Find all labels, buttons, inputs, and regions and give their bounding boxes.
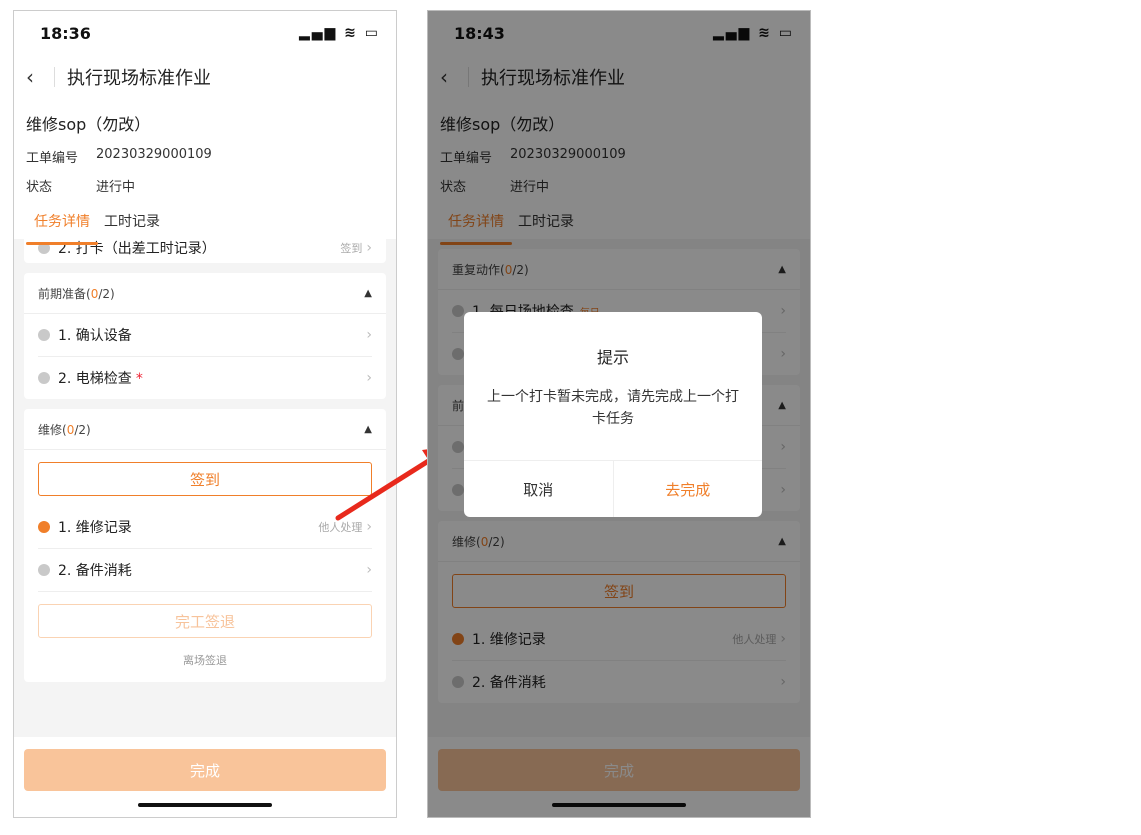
status-dot-icon (38, 329, 50, 341)
status-dot-icon (38, 564, 50, 576)
phone-screen-after: 18:43 ▂▄▆ ≋ ▭ ‹ 执行现场标准作业 维修sop（勿改） 工单编号 2… (427, 10, 811, 818)
tab-work-hours[interactable]: 工时记录 (104, 211, 160, 239)
list-item-label: 2. 电梯检查 (58, 371, 132, 387)
list-item-label: 1. 确认设备 (58, 328, 132, 344)
nav-bar: ‹ 执行现场标准作业 (14, 55, 396, 99)
status-row: 状态 进行中 (26, 176, 384, 195)
dialog-title: 提示 (596, 348, 629, 367)
status-bar: 18:36 ▂▄▆ ≋ ▭ (14, 11, 396, 55)
count-close: /2) (74, 422, 91, 437)
status-label: 状态 (26, 180, 53, 195)
leave-checkout-link[interactable]: 离场签退 (38, 648, 372, 682)
list-item[interactable]: 1. 维修记录 他人处理 › (38, 506, 372, 549)
required-star: * (135, 371, 143, 387)
dialog-buttons: 取消 去完成 (464, 460, 762, 517)
status-value: 进行中 (96, 180, 136, 195)
section-header[interactable]: 前期准备(0/2) ▲ (24, 273, 386, 314)
order-number: 20230329000109 (96, 147, 212, 162)
tab-task-details[interactable]: 任务详情 (26, 211, 98, 245)
nav-divider (54, 67, 55, 87)
count-close: /2) (98, 286, 115, 301)
finish-checkout-button[interactable]: 完工签退 (38, 604, 372, 638)
alert-dialog: 提示 上一个打卡暂未完成，请先完成上一个打卡任务 取消 去完成 (464, 312, 762, 517)
list-item[interactable]: 1. 确认设备 › (38, 314, 372, 357)
list-item-label: 2. 打卡（出差工时记录） (58, 241, 216, 257)
status-dot-icon (38, 372, 50, 384)
chevron-right-icon: › (366, 370, 372, 386)
chevron-right-icon: › (366, 562, 372, 578)
chevron-right-icon: › (366, 327, 372, 343)
signal-wifi-battery-icon: ▂▄▆ ≋ ▭ (298, 25, 380, 41)
phone-screen-before: 18:36 ▂▄▆ ≋ ▭ ‹ 执行现场标准作业 维修sop（勿改） 工单编号 2… (13, 10, 397, 818)
list-item[interactable]: 2. 电梯检查 * › (38, 357, 372, 399)
list-item[interactable]: 2. 备件消耗 › (38, 549, 372, 592)
cancel-button[interactable]: 取消 (464, 461, 614, 517)
complete-button[interactable]: 完成 (24, 749, 386, 791)
page-title: 执行现场标准作业 (67, 68, 211, 89)
chevron-right-icon: › (366, 240, 372, 256)
bottom-bar: 完成 (14, 737, 396, 817)
section-title: 前期准备 (38, 286, 87, 301)
order-number-label: 工单编号 (26, 151, 79, 166)
check-in-button[interactable]: 签到 (38, 462, 372, 496)
order-number-row: 工单编号 20230329000109 (26, 147, 384, 166)
status-time: 18:36 (40, 23, 91, 43)
go-complete-button[interactable]: 去完成 (614, 461, 763, 517)
order-header: 维修sop（勿改） 工单编号 20230329000109 状态 进行中 任务详情 … (14, 99, 396, 245)
section-title: 维修 (38, 422, 63, 437)
list-item-label: 1. 维修记录 (58, 520, 132, 536)
caret-up-icon: ▲ (364, 287, 372, 299)
list-item-tail: 签到 (340, 242, 363, 255)
back-icon[interactable]: ‹ (26, 65, 48, 89)
clock-icon (38, 521, 50, 533)
caret-up-icon: ▲ (364, 423, 372, 435)
list-item-label: 2. 备件消耗 (58, 563, 132, 579)
home-indicator (138, 803, 272, 807)
section-preparation: 前期准备(0/2) ▲ 1. 确认设备 › 2. 电梯检查 * › (24, 273, 386, 399)
dialog-message: 上一个打卡暂未完成，请先完成上一个打卡任务 (487, 389, 739, 427)
order-title: 维修sop（勿改） (26, 115, 151, 134)
